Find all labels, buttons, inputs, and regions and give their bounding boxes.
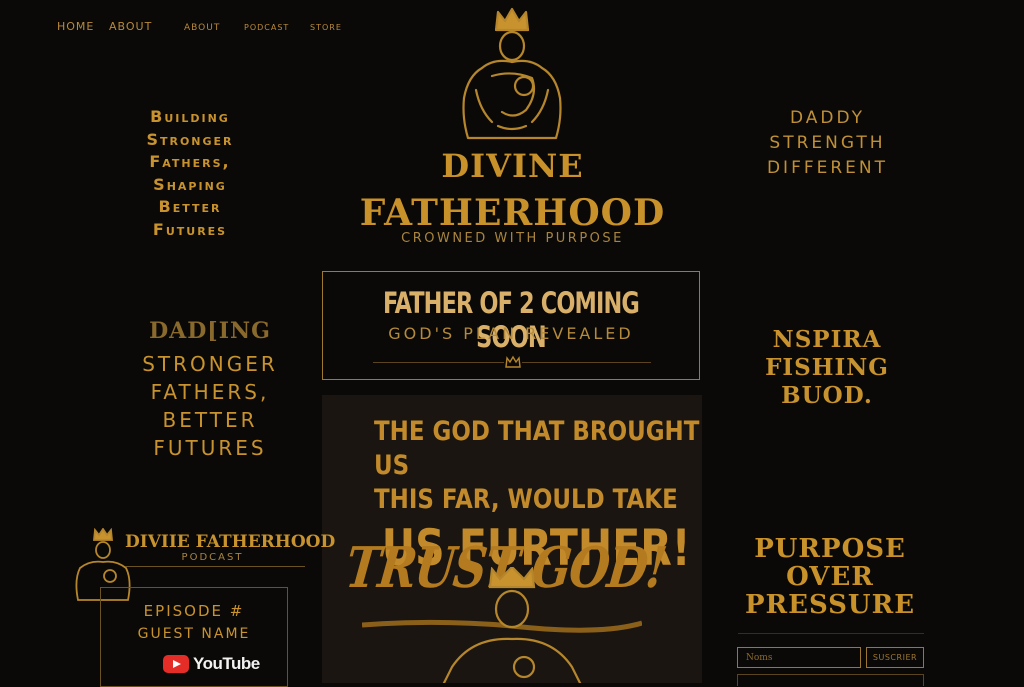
brand-title-line1: DIVINE (441, 147, 584, 185)
name-input[interactable] (737, 647, 861, 668)
podcast-subtitle: PODCAST (181, 552, 244, 563)
nav-home[interactable]: HOME (57, 20, 94, 33)
subscribe-button[interactable]: SUSCRIER (866, 647, 924, 668)
left-motto-2: STRONGER FATHERS, BETTER FUTURES (142, 352, 278, 460)
crown-icon (93, 528, 113, 541)
email-field[interactable] (737, 674, 924, 686)
left-motto: Building Stronger Fathers, Shaping Bette… (146, 107, 234, 239)
episode-card: EPISODE # GUEST NAME YouTube (100, 587, 288, 687)
episode-number: EPISODE # (143, 602, 245, 620)
crown-icon (488, 567, 536, 589)
right-motto: DADDY STRENGTH DIFFERENT (766, 108, 889, 178)
father-child-icon (442, 567, 582, 683)
guest-name: GUEST NAME (137, 626, 251, 642)
trust-god-poster: THE GOD THAT BROUGHT US THIS FAR, WOULD … (322, 395, 702, 683)
poster-line1: THE GOD THAT BROUGHT US (374, 416, 700, 481)
left-heading-glitch: DAD[ING (149, 318, 271, 344)
announcement-subtitle: GOD'S PLAN REVEALED (388, 324, 634, 343)
purpose-over-pressure: PURPOSE OVER PRESSURE (744, 534, 916, 620)
youtube-label: YouTube (193, 654, 260, 673)
youtube-link[interactable]: YouTube (163, 654, 260, 676)
nav-store[interactable]: STORE (310, 23, 342, 32)
podcast-title: DIVIIE FATHERHOOD (125, 532, 336, 552)
crown-icon (494, 7, 530, 32)
nav-about[interactable]: ABOUT (109, 20, 152, 33)
poster-line2: THIS FAR, WOULD TAKE (374, 484, 678, 515)
crown-icon (504, 354, 522, 368)
announcement-title: FATHER OF 2 COMING SOON (383, 286, 640, 354)
divider (125, 566, 305, 567)
announcement-card: FATHER OF 2 COMING SOON GOD'S PLAN REVEA… (322, 271, 700, 380)
youtube-icon (163, 655, 189, 673)
divider (738, 633, 924, 634)
father-child-icon (462, 7, 562, 140)
brand-title-line2: FATHERHOOD (359, 192, 666, 234)
brand-tagline: CROWNED WITH PURPOSE (401, 231, 624, 246)
nav-podcast[interactable]: PODCAST (244, 23, 289, 32)
nav-about-secondary[interactable]: ABOUT (184, 23, 220, 33)
brand-title: DIVINE FATHERHOOD (350, 148, 675, 231)
top-nav: HOME ABOUT ABOUT PODCAST STORE (0, 20, 400, 38)
right-motto-2: NSPIRA FISHING BUOD. (765, 326, 889, 409)
